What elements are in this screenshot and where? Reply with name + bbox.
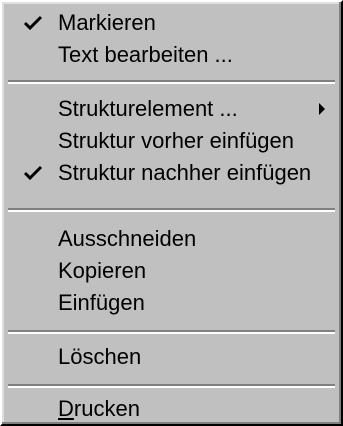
menu-item-label-rest: rucken	[73, 396, 140, 421]
submenu-arrow-icon	[319, 103, 325, 115]
menu-separator	[8, 384, 335, 388]
menu-item-label: Strukturelement ...	[58, 96, 238, 121]
menu-item-struktur-nachher-einfuegen[interactable]: Struktur nachher einfügen	[6, 158, 337, 188]
mnemonic-letter: D	[58, 396, 74, 421]
menu-separator	[8, 208, 335, 212]
menu-item-kopieren[interactable]: Kopieren	[6, 256, 337, 286]
menu-item-strukturelement[interactable]: Strukturelement ...	[6, 94, 337, 124]
menu-item-struktur-vorher-einfuegen[interactable]: Struktur vorher einfügen	[6, 126, 337, 156]
menu-item-label: Einfügen	[58, 290, 145, 315]
menu-item-ausschneiden[interactable]: Ausschneiden	[6, 224, 337, 254]
check-mark-icon	[23, 165, 43, 181]
menu-item-text-bearbeiten[interactable]: Text bearbeiten ...	[6, 40, 337, 70]
menu-item-label: Struktur nachher einfügen	[58, 160, 312, 185]
menu-item-markieren[interactable]: Markieren	[6, 8, 337, 38]
menu-item-label: Löschen	[58, 344, 142, 369]
menu-separator	[8, 80, 335, 84]
menu-item-label: Kopieren	[58, 258, 147, 283]
menu-separator	[8, 330, 335, 334]
menu-item-label: Struktur vorher einfügen	[58, 128, 295, 153]
menu-item-label: Drucken	[58, 396, 140, 422]
menu-item-drucken[interactable]: Drucken	[6, 394, 337, 424]
menu-item-label: Markieren	[58, 10, 156, 35]
menu-item-label: Text bearbeiten ...	[58, 42, 233, 67]
check-mark-icon	[23, 15, 43, 31]
menu-item-label: Ausschneiden	[58, 226, 197, 251]
menu-item-einfuegen[interactable]: Einfügen	[6, 288, 337, 318]
context-menu: Markieren Text bearbeiten ... Strukturel…	[0, 0, 343, 426]
menu-item-loeschen[interactable]: Löschen	[6, 342, 337, 372]
